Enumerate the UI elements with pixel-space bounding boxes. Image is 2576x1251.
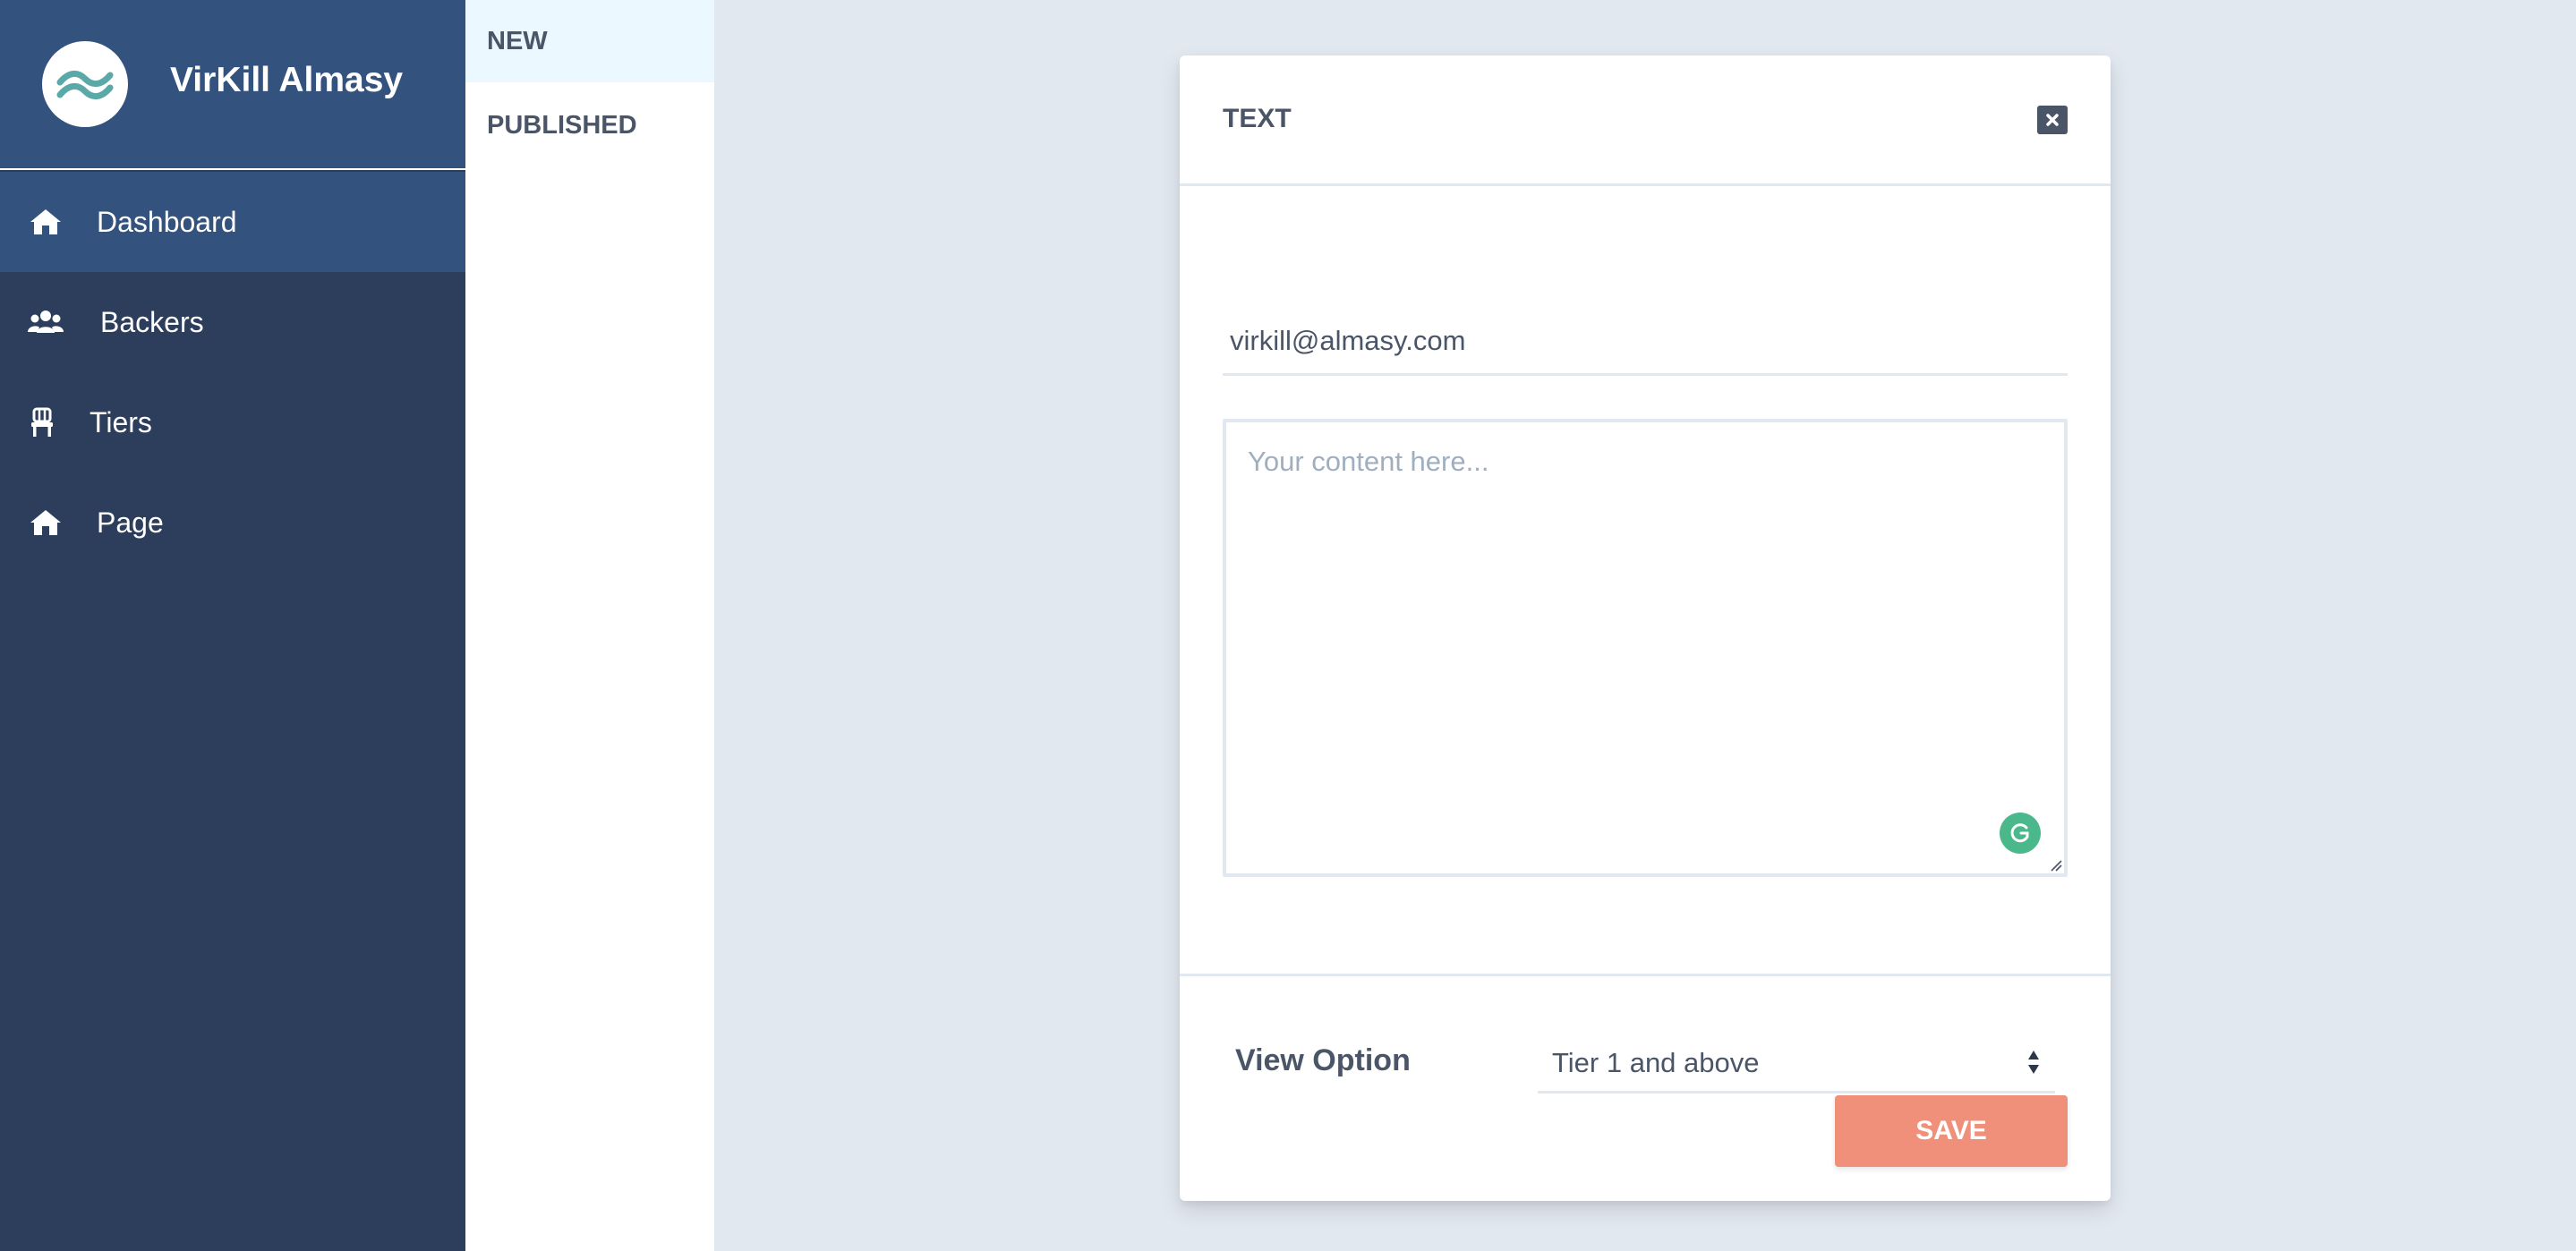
view-option-label: View Option: [1235, 1043, 1411, 1077]
content-textarea[interactable]: [1223, 419, 2068, 877]
sidebar-item-dashboard[interactable]: Dashboard: [0, 172, 465, 272]
sidebar-item-label: Backers: [100, 305, 204, 338]
brand-name: VirKill Almasy: [170, 61, 404, 99]
divider: [1180, 974, 2111, 976]
view-option-value: Tier 1 and above: [1552, 1047, 1760, 1078]
save-button[interactable]: SAVE: [1835, 1095, 2068, 1167]
grammarly-icon[interactable]: [2000, 813, 2041, 854]
wave-logo-icon: [42, 41, 128, 127]
close-icon: [2046, 114, 2059, 126]
home-icon: [27, 203, 64, 241]
sidebar-item-label: Page: [97, 506, 164, 539]
select-arrows-icon: [2028, 1051, 2039, 1074]
sidebar-item-label: Tiers: [90, 405, 152, 438]
app: VirKill Almasy Dashboard Backers Tiers P…: [0, 0, 2576, 1251]
text-editor-card: TEXT View Option Tier 1 and above: [1180, 55, 2111, 1201]
sidebar: VirKill Almasy Dashboard Backers Tiers P…: [0, 0, 465, 1251]
chair-icon: [23, 404, 61, 441]
tab-published[interactable]: PUBLISHED: [465, 84, 714, 166]
card-header: TEXT: [1180, 55, 2111, 186]
tab-new[interactable]: NEW: [465, 0, 714, 82]
sub-navigation: NEW PUBLISHED: [465, 0, 714, 1251]
sidebar-item-backers[interactable]: Backers: [0, 272, 465, 372]
users-icon: [27, 303, 64, 341]
card-title: TEXT: [1223, 104, 1292, 133]
brand-header: VirKill Almasy: [0, 0, 465, 170]
sidebar-item-page[interactable]: Page: [0, 472, 465, 573]
sidebar-item-tiers[interactable]: Tiers: [0, 372, 465, 472]
resize-handle-icon[interactable]: [2050, 859, 2062, 872]
view-option-select[interactable]: Tier 1 and above: [1538, 1031, 2055, 1094]
home-icon: [27, 504, 64, 541]
close-button[interactable]: [2037, 106, 2068, 134]
sidebar-item-label: Dashboard: [97, 205, 237, 238]
email-field[interactable]: [1223, 308, 2068, 376]
